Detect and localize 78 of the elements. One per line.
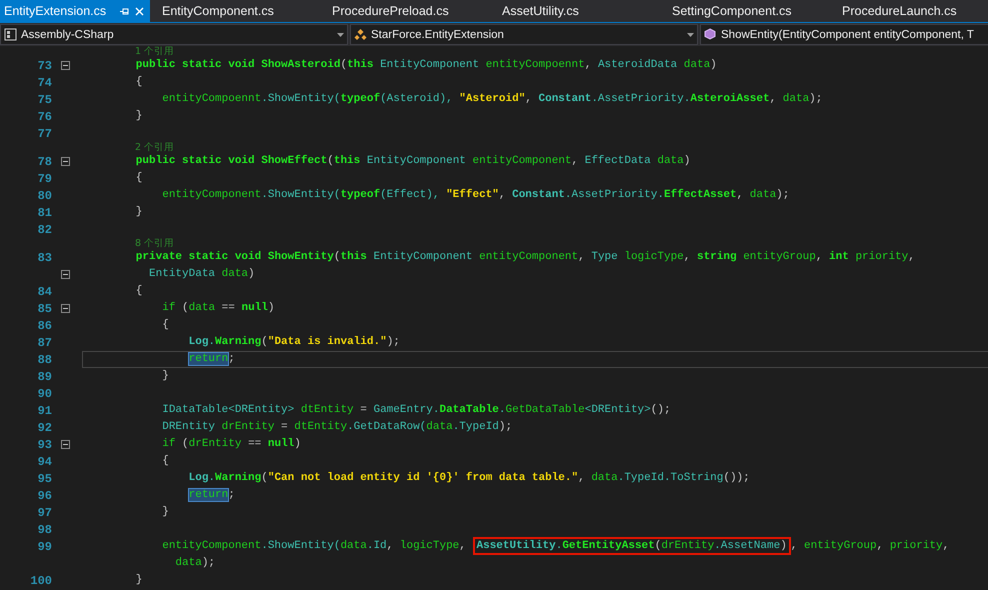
line-number: 80 <box>38 188 52 202</box>
code-line: { <box>161 318 170 333</box>
line-number: 90 <box>38 386 52 400</box>
code-line: { <box>161 454 170 469</box>
code-line: entityComponent.ShowEntity(typeof(Effect), "Effect", Constant.AssetPriority.EffectAsset, data); <box>161 188 790 203</box>
line-number: 96 <box>38 488 52 502</box>
highlight-frame: AssetUtility.GetEntityAsset(drEntity.AssetName) <box>472 537 791 555</box>
navigation-dropdown[interactable]: ShowEntity(EntityComponent entityComponent, T <box>700 24 988 45</box>
file-tab[interactable]: EntityComponent.cs <box>158 0 328 22</box>
line-number: 75 <box>38 92 52 106</box>
line-number: 73 <box>38 58 52 72</box>
navigation-dropdown[interactable]: Assembly-CSharp <box>0 24 348 45</box>
method-icon <box>704 28 717 41</box>
code-line: data); <box>174 556 216 571</box>
line-number: 82 <box>38 222 52 236</box>
line-number: 74 <box>38 76 52 90</box>
code-line: return; <box>82 351 988 368</box>
code-line: } <box>134 205 144 220</box>
code-line: Log.Warning("Data is invalid."); <box>188 335 401 350</box>
line-number: 77 <box>38 126 52 140</box>
reference-count[interactable]: 1 个引用 <box>0 46 988 57</box>
code-line: private static void ShowEntity(this EntityComponent entityComponent, Type logicType, string entityGroup, int priority, <box>134 250 916 265</box>
file-tab[interactable]: AssetUtility.cs <box>498 0 668 22</box>
file-tab[interactable]: ProcedurePreload.cs <box>328 0 498 22</box>
line-number: 94 <box>38 454 52 468</box>
code-line: if (data == null) <box>161 301 276 316</box>
line-number: 86 <box>38 318 52 332</box>
line-number: 84 <box>38 284 52 298</box>
caret-icon <box>687 32 694 36</box>
line-number: 91 <box>38 404 52 418</box>
code-line: IDataTable<DREntity> dtEntity = GameEntry.DataTable.GetDataTable<DREntity>(); <box>161 403 672 418</box>
navigation-dropdown[interactable]: StarForce.EntityExtension <box>350 24 698 45</box>
line-number: 83 <box>38 250 52 264</box>
class-icon <box>354 28 367 41</box>
file-tab[interactable]: SettingComponent.cs <box>668 0 838 22</box>
file-tab[interactable]: EntityExtension.cs <box>0 0 150 22</box>
line-number: 92 <box>38 420 52 434</box>
collapse-icon[interactable] <box>60 61 70 70</box>
line-number: 85 <box>38 302 52 316</box>
reference-count[interactable]: 8 个引用 <box>0 238 988 249</box>
code-line: { <box>134 284 144 299</box>
code-line: DREntity drEntity = dtEntity.GetDataRow(data.TypeId); <box>161 420 514 435</box>
code-line: public static void ShowEffect(this EntityComponent entityComponent, EffectData data) <box>134 154 692 169</box>
code-line: if (drEntity == null) <box>161 437 302 452</box>
file-tab[interactable]: ProcedureLaunch.cs <box>838 0 988 22</box>
reference-count[interactable]: 2 个引用 <box>0 142 988 153</box>
line-number: 76 <box>38 110 52 124</box>
line-number: 99 <box>38 540 52 554</box>
code-line: entityComponent.ShowEntity(data.Id, logicType, AssetUtility.GetEntityAsset(drEntity.AssetName) , entityGroup, priority, <box>82 538 988 555</box>
close-icon[interactable] <box>135 6 144 16</box>
line-number: 78 <box>38 154 52 168</box>
project-icon <box>4 28 17 41</box>
collapse-icon[interactable] <box>60 440 70 449</box>
code-line: { <box>134 75 144 90</box>
line-number: 88 <box>38 352 52 366</box>
line-number: 89 <box>38 370 52 384</box>
code-line: Log.Warning("Can not load entity id '{0}' from data table.", data.TypeId.ToString()); <box>188 470 751 486</box>
code-line: { <box>134 171 144 186</box>
line-number: 79 <box>38 172 52 186</box>
line-number: 100 <box>30 574 52 588</box>
caret-icon <box>337 32 344 36</box>
pin-icon[interactable] <box>120 6 129 16</box>
line-number: 98 <box>38 522 52 536</box>
collapse-icon[interactable] <box>60 304 70 313</box>
line-number: 87 <box>38 336 52 350</box>
line-number: 97 <box>38 506 52 520</box>
code-line: } <box>134 109 144 124</box>
collapse-icon[interactable] <box>60 270 70 279</box>
line-number: 93 <box>38 438 52 452</box>
code-line: } <box>134 573 144 588</box>
code-line: public static void ShowAsteroid(this EntityComponent entityCompoennt, AsteroidData data) <box>134 58 718 73</box>
collapse-icon[interactable] <box>60 157 70 166</box>
code-line: } <box>161 369 170 384</box>
code-line: entityCompoennt.ShowEntity(typeof(Asteroid), "Asteroid", Constant.AssetPriority.AsteroiAsset, data); <box>161 92 824 107</box>
code-line: } <box>161 505 170 520</box>
line-number: 81 <box>38 206 52 220</box>
code-line: EntityData data) <box>148 267 256 282</box>
line-number: 95 <box>38 472 52 486</box>
